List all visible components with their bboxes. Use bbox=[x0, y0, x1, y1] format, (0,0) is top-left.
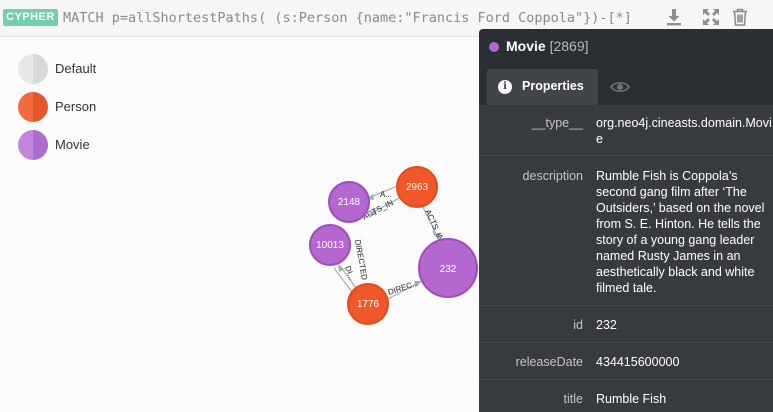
expand-icon[interactable] bbox=[700, 6, 722, 28]
property-value[interactable]: Rumble Fish is Coppola’s second gang fil… bbox=[596, 168, 773, 296]
property-key: description bbox=[522, 169, 583, 183]
property-key: __type__ bbox=[531, 116, 583, 130]
relationship-2963-2148-a[interactable]: A... bbox=[366, 184, 401, 200]
cypher-badge: CYPHER bbox=[3, 9, 58, 26]
node-id: [2869] bbox=[549, 38, 589, 54]
node-label: 2148 bbox=[338, 197, 361, 208]
tab-properties-label: Properties bbox=[522, 79, 584, 93]
relationship-1776-10013-b[interactable]: DI... bbox=[333, 265, 357, 293]
graph-node-movie-selected[interactable]: 232 bbox=[418, 238, 478, 298]
query-text[interactable]: MATCH p=allShortestPaths( (s:Person {nam… bbox=[63, 8, 663, 28]
inspector-title: Movie [2869] bbox=[506, 38, 589, 54]
relationship-label: ACTS_IN bbox=[423, 208, 446, 243]
relationship-label: DIREC... bbox=[387, 279, 420, 297]
properties-table: __type__ org.neo4j.cineasts.domain.Movie… bbox=[479, 105, 773, 412]
property-key: releaseDate bbox=[515, 355, 583, 369]
graph-node-person[interactable]: 1776 bbox=[347, 283, 389, 325]
property-row: __type__ org.neo4j.cineasts.domain.Movie bbox=[479, 105, 773, 155]
graph-node-movie[interactable]: 2148 bbox=[328, 181, 370, 223]
download-icon[interactable] bbox=[663, 6, 685, 28]
property-key: id bbox=[573, 318, 583, 332]
node-label-name: Movie bbox=[506, 38, 546, 54]
property-row: id 232 bbox=[479, 305, 773, 342]
node-label: 232 bbox=[440, 264, 457, 275]
property-row: title Rumble Fish bbox=[479, 379, 773, 412]
relationship-1776-232[interactable]: DIREC... bbox=[385, 279, 422, 301]
inspector-header: Movie [2869] bbox=[479, 29, 773, 63]
node-label: 2963 bbox=[406, 182, 429, 193]
property-row: releaseDate 434415600000 bbox=[479, 342, 773, 379]
property-value[interactable]: org.neo4j.cineasts.domain.Movie bbox=[596, 115, 773, 147]
property-value[interactable]: 232 bbox=[596, 317, 773, 333]
trash-icon[interactable] bbox=[729, 6, 751, 28]
graph-node-person[interactable]: 2963 bbox=[396, 166, 438, 208]
info-icon: i bbox=[498, 80, 512, 94]
property-row: description Rumble Fish is Coppola’s sec… bbox=[479, 155, 773, 305]
node-label: 10013 bbox=[316, 240, 344, 251]
inspector-tabs: i Properties bbox=[479, 69, 773, 105]
property-key: title bbox=[563, 392, 583, 406]
node-label: 1776 bbox=[357, 299, 380, 310]
relationship-2963-232[interactable]: ACTS_IN bbox=[421, 204, 446, 243]
node-label-color-dot bbox=[489, 42, 499, 52]
eye-icon[interactable] bbox=[609, 77, 631, 97]
relationship-label: DI... bbox=[343, 265, 356, 282]
graph-node-movie[interactable]: 10013 bbox=[309, 224, 351, 266]
property-value[interactable]: 434415600000 bbox=[596, 354, 773, 370]
inspector-panel: Movie [2869] i Properties __type__ org.n… bbox=[479, 29, 773, 412]
tab-properties[interactable]: i Properties bbox=[487, 69, 598, 105]
property-value[interactable]: Rumble Fish bbox=[596, 391, 773, 407]
